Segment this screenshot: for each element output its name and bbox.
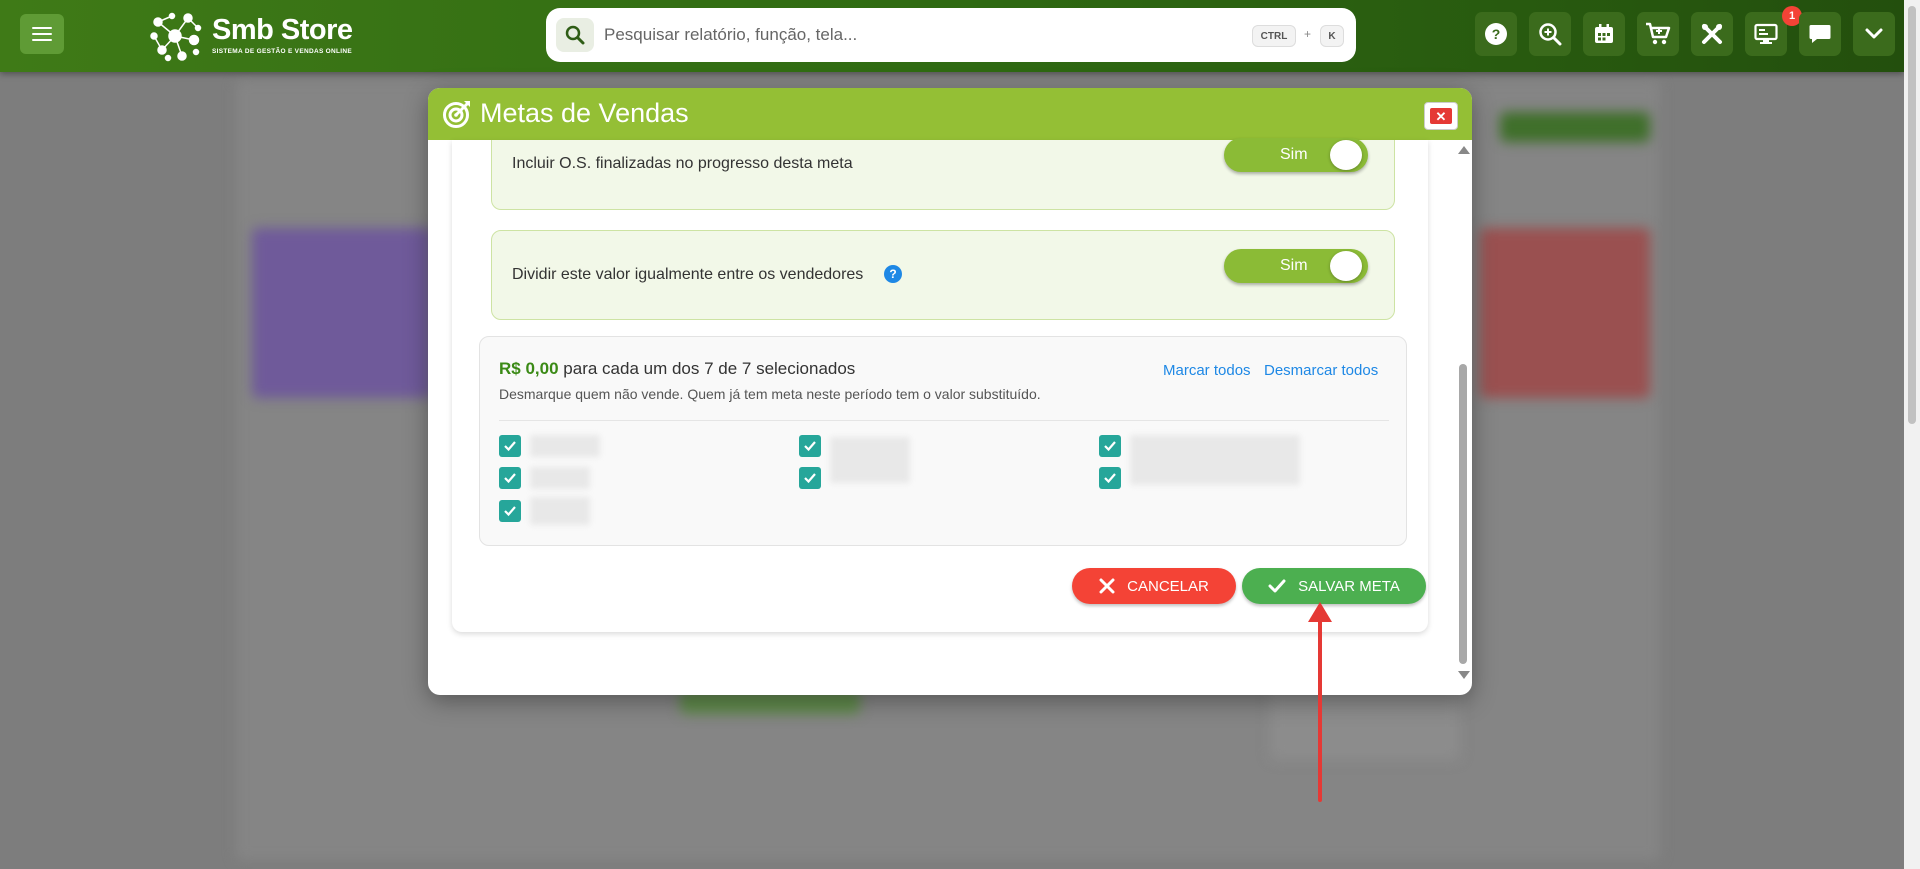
app-logo[interactable]: Smb Store SISTEMA DE GESTÃO E VENDAS ONL… xyxy=(148,8,368,62)
select-all-link[interactable]: Marcar todos xyxy=(1163,362,1251,379)
modal-close-button[interactable]: ✕ xyxy=(1424,102,1458,130)
search-input[interactable] xyxy=(604,20,1204,50)
zoom-in-icon xyxy=(1539,23,1562,46)
seller-checkbox[interactable] xyxy=(1099,435,1121,457)
top-navigation-bar: Smb Store SISTEMA DE GESTÃO E VENDAS ONL… xyxy=(0,0,1904,72)
per-seller-amount: R$ 0,00 para cada um dos 7 de 7 selecion… xyxy=(499,359,855,379)
cart-icon xyxy=(1646,22,1671,45)
seller-checkbox[interactable] xyxy=(1099,467,1121,489)
cart-button[interactable] xyxy=(1637,12,1679,56)
include-os-option: Incluir O.S. finalizadas no progresso de… xyxy=(491,138,1395,210)
include-os-toggle[interactable]: Sim xyxy=(1224,138,1368,172)
amount-suffix: para cada um dos 7 de 7 selecionados xyxy=(563,359,856,378)
modal-body: Incluir O.S. finalizadas no progresso de… xyxy=(452,138,1428,632)
monitor-icon xyxy=(1754,23,1778,44)
monitor-button[interactable] xyxy=(1745,12,1787,56)
divide-equally-toggle[interactable]: Sim xyxy=(1224,249,1368,283)
scroll-up-arrow[interactable] xyxy=(1458,146,1470,154)
seller-name-redacted xyxy=(530,435,600,457)
check-icon xyxy=(1104,473,1116,484)
hamburger-menu-button[interactable] xyxy=(20,14,64,54)
help-icon: ? xyxy=(1485,23,1507,45)
deselect-all-link[interactable]: Desmarcar todos xyxy=(1264,362,1378,379)
annotation-arrow xyxy=(1308,602,1332,802)
network-logo-icon xyxy=(150,12,202,62)
target-icon xyxy=(443,101,470,128)
calendar-button[interactable] xyxy=(1583,12,1625,56)
check-icon xyxy=(804,473,816,484)
check-icon xyxy=(504,441,516,452)
app-tagline: SISTEMA DE GESTÃO E VENDAS ONLINE xyxy=(212,48,353,55)
amount-value: R$ 0,00 xyxy=(499,359,559,378)
toggle-knob xyxy=(1330,140,1362,170)
tools-icon xyxy=(1702,24,1722,44)
include-os-label: Incluir O.S. finalizadas no progresso de… xyxy=(512,155,853,172)
divide-equally-label: Dividir este valor igualmente entre os v… xyxy=(512,266,864,283)
sellers-selection-panel: R$ 0,00 para cada um dos 7 de 7 selecion… xyxy=(479,336,1407,546)
shortcut-plus: + xyxy=(1304,27,1312,41)
divide-equally-option: Dividir este valor igualmente entre os v… xyxy=(491,230,1395,320)
close-icon xyxy=(1099,578,1115,594)
toggle-knob xyxy=(1330,251,1362,281)
seller-name-redacted xyxy=(530,467,590,489)
seller-checkbox[interactable] xyxy=(499,435,521,457)
search-icon xyxy=(565,25,585,45)
help-button[interactable]: ? xyxy=(1475,12,1517,56)
check-icon xyxy=(804,441,816,452)
search-button[interactable] xyxy=(556,18,594,52)
calendar-icon xyxy=(1595,24,1613,43)
chat-icon xyxy=(1809,25,1831,43)
shortcut-key-k: K xyxy=(1320,25,1344,47)
sellers-note: Desmarque quem não vende. Quem já tem me… xyxy=(499,386,1041,402)
divider xyxy=(499,420,1389,421)
close-icon: ✕ xyxy=(1430,108,1452,124)
menu-icon xyxy=(32,27,52,29)
chat-button[interactable] xyxy=(1799,12,1841,56)
save-goal-button[interactable]: SALVAR META xyxy=(1242,568,1426,604)
chevron-down-icon xyxy=(1865,28,1883,39)
check-icon xyxy=(1268,579,1286,593)
cancel-button[interactable]: CANCELAR xyxy=(1072,568,1236,604)
seller-name-redacted xyxy=(830,437,910,483)
seller-checkbox[interactable] xyxy=(799,435,821,457)
shortcut-key-ctrl: CTRL xyxy=(1252,25,1296,47)
seller-checkbox[interactable] xyxy=(499,467,521,489)
check-icon xyxy=(504,506,516,517)
user-menu-button[interactable] xyxy=(1853,12,1895,56)
page-scrollbar-thumb[interactable] xyxy=(1908,6,1916,424)
app-name: Smb Store xyxy=(212,14,353,46)
svg-text:?: ? xyxy=(1492,26,1501,42)
save-label: SALVAR META xyxy=(1298,577,1400,595)
toggle-state-text: Sim xyxy=(1280,146,1308,163)
zoom-button[interactable] xyxy=(1529,12,1571,56)
seller-name-redacted xyxy=(530,497,590,525)
toggle-state-text: Sim xyxy=(1280,257,1308,274)
modal-scrollbar-thumb[interactable] xyxy=(1459,364,1467,664)
scroll-down-arrow[interactable] xyxy=(1458,671,1470,679)
check-icon xyxy=(504,473,516,484)
seller-name-redacted xyxy=(1130,435,1300,485)
modal-header: Metas de Vendas ✕ xyxy=(428,88,1472,140)
global-search: CTRL + K xyxy=(546,8,1356,62)
cancel-label: CANCELAR xyxy=(1127,577,1209,595)
modal-title: Metas de Vendas xyxy=(480,98,689,128)
seller-checkbox[interactable] xyxy=(799,467,821,489)
check-icon xyxy=(1104,441,1116,452)
help-tooltip-icon[interactable]: ? xyxy=(884,265,902,283)
tools-button[interactable] xyxy=(1691,12,1733,56)
seller-checkbox[interactable] xyxy=(499,500,521,522)
